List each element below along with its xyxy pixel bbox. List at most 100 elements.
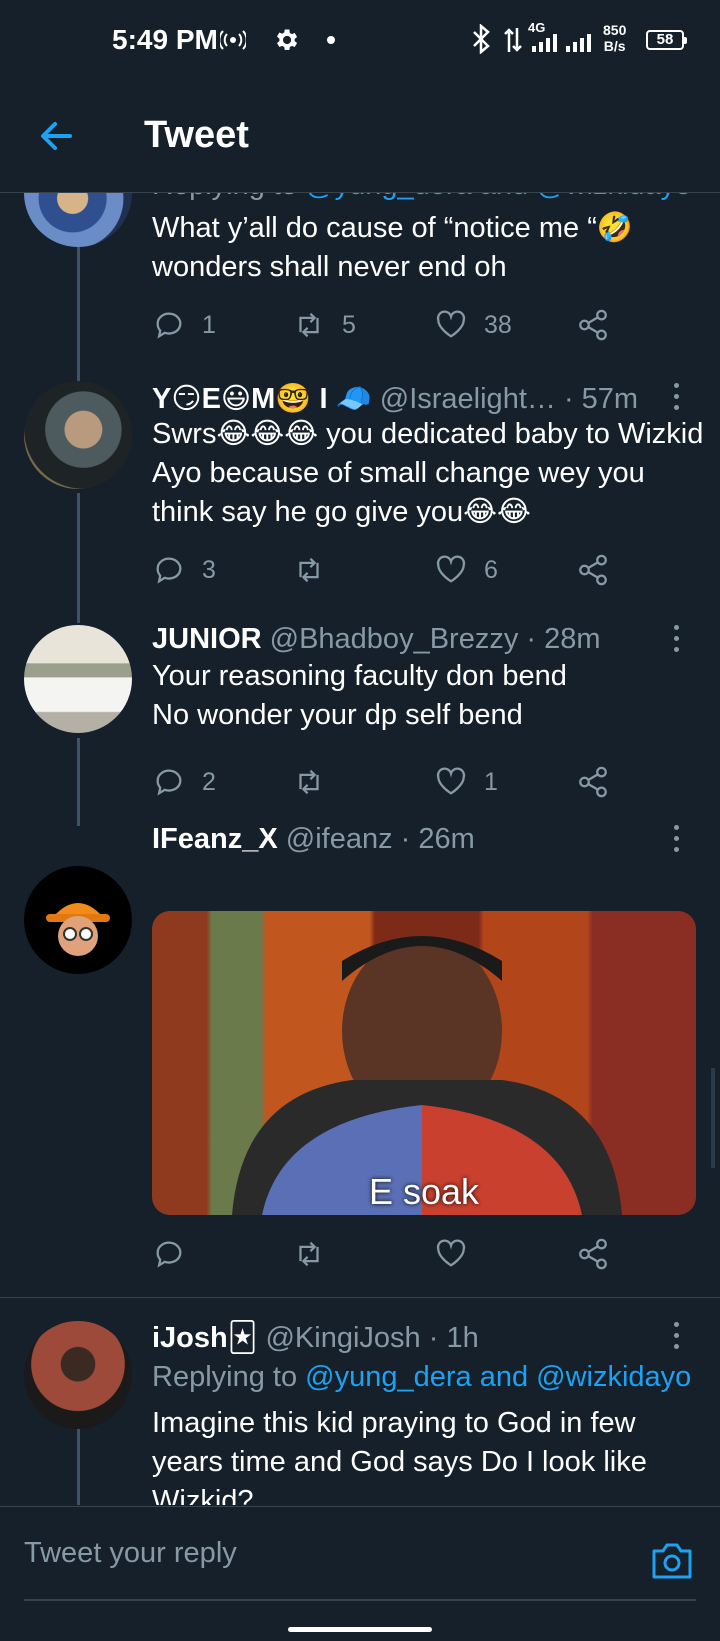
- more-options-icon[interactable]: [672, 625, 680, 653]
- retweet-button[interactable]: [292, 1234, 326, 1274]
- replying-prefix: Replying to: [152, 1361, 298, 1393]
- avatar[interactable]: [24, 625, 132, 733]
- reply-count: 3: [202, 555, 216, 584]
- thread-connector: [77, 493, 80, 623]
- replying-mentions[interactable]: @yung_dera and @wizkidayo: [305, 193, 691, 201]
- network-speed: 850 B/s: [603, 22, 626, 54]
- more-options-icon[interactable]: [672, 1322, 680, 1350]
- display-name[interactable]: Y😏E😃M🤓 I 🧢: [152, 383, 372, 415]
- tweet-text: Imagine this kid praying to God in few y…: [152, 1407, 647, 1505]
- like-button[interactable]: [434, 1234, 468, 1274]
- tweet-actions: 2 1: [152, 762, 712, 802]
- tweet-header: Y😏E😃M🤓 I 🧢 @Israelight… · 57m: [152, 381, 638, 416]
- tweet-header: JUNIOR @Bhadboy_Brezzy · 28m: [152, 623, 601, 656]
- status-bar: 5:49 PM 4G 850 B/s 58: [0, 0, 720, 80]
- like-button[interactable]: 38: [434, 305, 512, 345]
- tweet-text: What y’all do cause of “notice me “🤣 won…: [152, 212, 633, 283]
- reply-count: 1: [202, 310, 216, 339]
- like-button[interactable]: 6: [434, 550, 498, 590]
- reply-icon: [156, 1241, 182, 1268]
- retweet-button[interactable]: [292, 762, 342, 802]
- tweet-header: IFeanz_X @ifeanz · 26m: [152, 823, 475, 856]
- share-button[interactable]: [576, 305, 610, 345]
- avatar[interactable]: [24, 381, 132, 489]
- heart-icon: [436, 555, 466, 583]
- tweet-time: · 57m: [563, 383, 639, 415]
- speed-unit: B/s: [603, 38, 626, 54]
- page-title: Tweet: [144, 114, 249, 156]
- share-icon: [579, 309, 607, 341]
- battery-indicator: 58: [646, 30, 687, 50]
- settings-gear-icon: [277, 29, 298, 51]
- display-name[interactable]: iJosh🃏: [152, 1322, 257, 1354]
- data-transfer-icon: [504, 28, 522, 52]
- reply-button[interactable]: 2: [152, 762, 216, 802]
- more-options-icon[interactable]: [672, 825, 680, 853]
- tweet-time: · 1h: [428, 1322, 479, 1354]
- reply-composer: Tweet your reply: [0, 1506, 720, 1641]
- user-handle[interactable]: @ifeanz: [286, 823, 393, 855]
- reply-button[interactable]: 3: [152, 550, 216, 590]
- share-button[interactable]: [576, 550, 610, 590]
- signal-strength-icon: [532, 34, 591, 52]
- avatar[interactable]: [24, 1321, 132, 1429]
- more-options-icon[interactable]: [672, 383, 680, 411]
- tweet-thread[interactable]: Replying to @yung_dera and @wizkidayo Wh…: [0, 193, 720, 1505]
- replying-prefix: Replying to: [152, 193, 297, 201]
- app-header: Tweet: [0, 80, 720, 193]
- tweet-actions: 1 5 38: [152, 305, 712, 345]
- share-button[interactable]: [576, 762, 610, 802]
- like-count: 1: [484, 767, 498, 796]
- avatar[interactable]: [24, 866, 132, 974]
- share-icon: [579, 766, 607, 798]
- avatar[interactable]: [24, 193, 132, 247]
- retweet-button[interactable]: [292, 550, 342, 590]
- notification-dot-icon: [327, 36, 335, 44]
- tweet-header: iJosh🃏 @KingiJosh · 1h: [152, 1320, 479, 1355]
- tweet-time: · 28m: [526, 623, 601, 655]
- reply-button[interactable]: [152, 1234, 186, 1274]
- share-icon: [579, 554, 607, 586]
- share-button[interactable]: [576, 1234, 610, 1274]
- retweet-button[interactable]: 5: [292, 305, 356, 345]
- tweet-text: Your reasoning faculty don bend No wonde…: [152, 660, 567, 731]
- heart-icon: [436, 1239, 466, 1267]
- display-name[interactable]: JUNIOR: [152, 623, 262, 655]
- input-underline: [24, 1599, 696, 1601]
- replying-mentions[interactable]: @yung_dera and @wizkidayo: [305, 1361, 691, 1393]
- user-handle[interactable]: @KingiJosh: [265, 1322, 420, 1354]
- tweet-actions: 3 6: [152, 550, 712, 590]
- tweet-media-image[interactable]: E soak: [152, 911, 696, 1215]
- memoji-avatar-image: [46, 903, 110, 956]
- speed-value: 850: [603, 22, 627, 38]
- tweet-actions: [152, 1234, 712, 1274]
- divider: [0, 1297, 720, 1298]
- reply-icon: [156, 312, 182, 339]
- home-indicator[interactable]: [288, 1627, 432, 1632]
- reply-input[interactable]: Tweet your reply: [24, 1537, 624, 1570]
- reply-icon: [156, 769, 182, 796]
- back-arrow-icon[interactable]: [36, 116, 76, 156]
- replying-to: Replying to @yung_dera and @wizkidayo: [152, 193, 691, 202]
- status-time: 5:49 PM: [112, 24, 218, 55]
- retweet-count: 5: [342, 310, 356, 339]
- share-icon: [579, 1238, 607, 1270]
- user-handle[interactable]: @Bhadboy_Brezzy: [270, 623, 519, 655]
- bluetooth-icon: [473, 24, 490, 54]
- like-count: 38: [484, 310, 512, 339]
- camera-icon[interactable]: [650, 1541, 694, 1581]
- retweet-icon: [299, 312, 319, 338]
- like-button[interactable]: 1: [434, 762, 498, 802]
- heart-icon: [436, 310, 466, 338]
- display-name[interactable]: IFeanz_X: [152, 823, 278, 855]
- replying-to: Replying to @yung_dera and @wizkidayo: [152, 1361, 691, 1394]
- heart-icon: [436, 767, 466, 795]
- reply-icon: [156, 557, 182, 584]
- reply-button[interactable]: 1: [152, 305, 216, 345]
- scroll-indicator[interactable]: [711, 1068, 715, 1168]
- tweet-time: · 26m: [400, 823, 475, 855]
- like-count: 6: [484, 555, 498, 584]
- user-handle[interactable]: @Israelight…: [380, 383, 556, 415]
- thread-connector: [77, 738, 80, 826]
- retweet-icon: [299, 769, 319, 795]
